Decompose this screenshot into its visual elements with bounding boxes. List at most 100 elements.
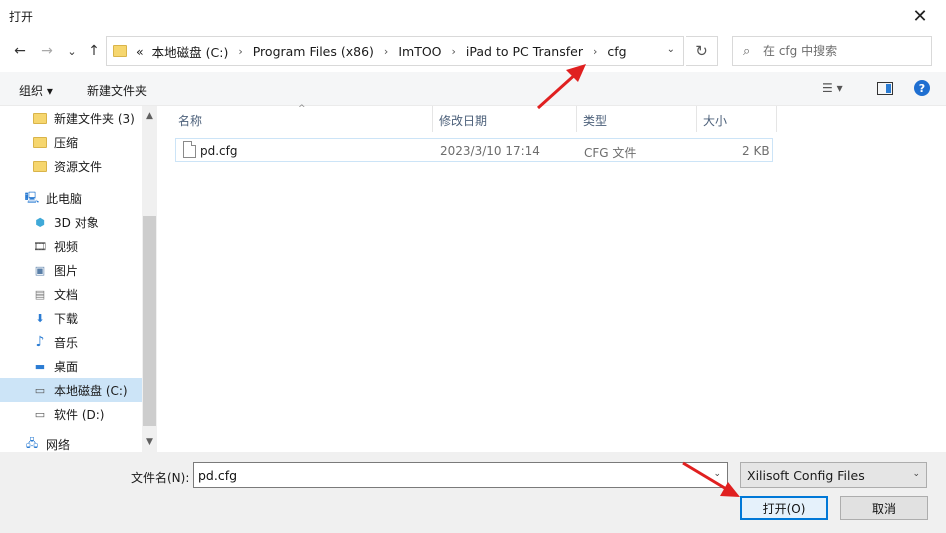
pictures-icon: ▣ <box>34 263 46 277</box>
folder-icon <box>113 45 127 57</box>
column-divider[interactable] <box>432 106 433 132</box>
scroll-down-icon[interactable]: ▼ <box>142 434 157 450</box>
sidebar-item-local-disk-c[interactable]: ▭ 本地磁盘 (C:) <box>0 378 142 402</box>
folder-icon <box>32 135 48 149</box>
video-icon: 🎞 <box>33 239 47 253</box>
breadcrumb-separator-icon[interactable]: › <box>593 45 597 58</box>
breadcrumb-item[interactable]: 本地磁盘 (C:) <box>152 42 229 61</box>
breadcrumb-overflow[interactable]: « <box>136 44 144 59</box>
music-icon: ♪ <box>35 334 45 350</box>
sidebar-item-label: 网络 <box>46 437 71 452</box>
sidebar-item-music[interactable]: ♪ 音乐 <box>0 330 142 354</box>
navigation-bar: ← → ⌄ ↑ « 本地磁盘 (C:) › Program Files (x86… <box>0 32 946 72</box>
sidebar-item-label: 3D 对象 <box>54 215 99 230</box>
search-icon: ⌕ <box>743 44 751 59</box>
sidebar-item-network[interactable]: 🖧 网络 <box>0 432 142 452</box>
network-icon: 🖧 <box>25 436 39 450</box>
file-modified: 2023/3/10 17:14 <box>440 144 540 158</box>
breadcrumb: « 本地磁盘 (C:) › Program Files (x86) › ImTO… <box>136 42 627 61</box>
sidebar-item-desktop[interactable]: ▬ 桌面 <box>0 354 142 378</box>
folder-icon <box>32 159 48 173</box>
address-dropdown-icon[interactable]: ⌄ <box>667 44 675 55</box>
table-row[interactable]: pd.cfg 2023/3/10 17:14 CFG 文件 2 KB <box>175 138 773 162</box>
breadcrumb-separator-icon[interactable]: › <box>238 45 242 58</box>
sidebar-item-label: 压缩 <box>54 135 79 150</box>
breadcrumb-separator-icon[interactable]: › <box>452 45 456 58</box>
sidebar-item-label: 下载 <box>54 311 79 326</box>
filename-input[interactable] <box>198 467 698 483</box>
file-name: pd.cfg <box>200 144 238 158</box>
column-type[interactable]: 类型 <box>583 112 607 129</box>
drive-d-icon: ▭ <box>34 407 46 421</box>
open-button[interactable]: 打开(O) <box>740 496 828 520</box>
3d-objects-icon: ⬢ <box>35 215 45 229</box>
sidebar-item-resources[interactable]: 资源文件 <box>0 154 142 178</box>
address-bar[interactable]: « 本地磁盘 (C:) › Program Files (x86) › ImTO… <box>106 36 684 66</box>
filetype-value: Xilisoft Config Files <box>747 467 865 483</box>
sidebar-scrollbar[interactable]: ▲ ▼ <box>142 106 157 452</box>
breadcrumb-separator-icon[interactable]: › <box>384 45 388 58</box>
scrollbar-thumb[interactable] <box>143 216 156 426</box>
command-toolbar: 组织 ▾ 新建文件夹 ☰ ▾ ? <box>0 72 946 106</box>
sidebar-item-label: 桌面 <box>54 359 79 374</box>
up-folder-icon[interactable]: ↑ <box>83 40 105 62</box>
scroll-up-icon[interactable]: ▲ <box>142 108 157 124</box>
sidebar-item-this-pc[interactable]: 🖳 此电脑 <box>0 186 142 210</box>
sort-ascending-icon: ^ <box>298 104 306 114</box>
file-size: 2 KB <box>742 144 770 158</box>
dialog-footer: 文件名(N): ⌄ Xilisoft Config Files ⌄ 打开(O) … <box>0 452 946 533</box>
column-name[interactable]: 名称 <box>178 112 202 129</box>
column-divider[interactable] <box>576 106 577 132</box>
sidebar-item-pictures[interactable]: ▣ 图片 <box>0 258 142 282</box>
search-box[interactable]: ⌕ <box>732 36 932 66</box>
filename-dropdown-icon[interactable]: ⌄ <box>713 469 721 479</box>
sidebar-item-new-folder-3[interactable]: 新建文件夹 (3) <box>0 106 142 130</box>
sidebar-item-label: 图片 <box>54 263 79 278</box>
sidebar-item-compressed[interactable]: 压缩 <box>0 130 142 154</box>
drive-c-icon: ▭ <box>34 383 46 397</box>
breadcrumb-item[interactable]: iPad to PC Transfer <box>466 44 583 59</box>
sidebar-item-label: 软件 (D:) <box>54 407 105 422</box>
change-view-icon[interactable]: ☰ ▾ <box>822 81 843 95</box>
window-title: 打开 <box>9 10 34 24</box>
downloads-icon: ⬇ <box>35 311 45 325</box>
help-icon[interactable]: ? <box>914 80 930 96</box>
filename-combobox[interactable]: ⌄ <box>193 462 728 488</box>
back-icon[interactable]: ← <box>9 40 31 62</box>
recent-locations-chevron-icon[interactable]: ⌄ <box>61 40 83 62</box>
column-size[interactable]: 大小 <box>703 112 727 129</box>
sidebar-item-label: 文档 <box>54 287 79 302</box>
column-modified[interactable]: 修改日期 <box>439 112 487 129</box>
breadcrumb-item[interactable]: ImTOO <box>398 44 441 59</box>
title-bar: 打开 ✕ <box>0 0 946 32</box>
close-button[interactable]: ✕ <box>900 0 940 32</box>
sidebar-item-label: 视频 <box>54 239 79 254</box>
sidebar-item-label: 资源文件 <box>54 159 103 174</box>
breadcrumb-item[interactable]: Program Files (x86) <box>253 44 374 59</box>
file-list: ^ 名称 修改日期 类型 大小 pd.cfg 2023/3/10 17:14 C… <box>158 104 946 452</box>
organize-button[interactable]: 组织 ▾ <box>19 82 53 99</box>
sidebar-item-label: 新建文件夹 (3) <box>54 111 135 126</box>
filetype-dropdown-icon[interactable]: ⌄ <box>912 469 920 479</box>
preview-pane-icon[interactable] <box>877 82 893 95</box>
column-divider[interactable] <box>696 106 697 132</box>
cancel-button[interactable]: 取消 <box>840 496 928 520</box>
navigation-pane: 新建文件夹 (3) 压缩 资源文件 🖳 此电脑 ⬢ 3D 对象 🎞 视频 ▣ 图… <box>0 106 142 452</box>
new-folder-button[interactable]: 新建文件夹 <box>87 82 147 99</box>
filetype-select[interactable]: Xilisoft Config Files ⌄ <box>740 462 927 488</box>
breadcrumb-item-current[interactable]: cfg <box>607 44 626 59</box>
computer-icon: 🖳 <box>24 190 40 204</box>
documents-icon: ▤ <box>34 287 46 301</box>
forward-icon[interactable]: → <box>36 40 58 62</box>
column-divider[interactable] <box>776 106 777 132</box>
sidebar-item-label: 本地磁盘 (C:) <box>54 383 128 398</box>
sidebar-item-videos[interactable]: 🎞 视频 <box>0 234 142 258</box>
search-input[interactable] <box>763 44 923 58</box>
sidebar-item-downloads[interactable]: ⬇ 下载 <box>0 306 142 330</box>
sidebar-item-documents[interactable]: ▤ 文档 <box>0 282 142 306</box>
refresh-button[interactable]: ↻ <box>686 36 718 66</box>
sidebar-item-software-d[interactable]: ▭ 软件 (D:) <box>0 402 142 426</box>
sidebar-item-3d-objects[interactable]: ⬢ 3D 对象 <box>0 210 142 234</box>
sidebar-item-label: 此电脑 <box>46 191 83 206</box>
sidebar-item-label: 音乐 <box>54 335 79 350</box>
